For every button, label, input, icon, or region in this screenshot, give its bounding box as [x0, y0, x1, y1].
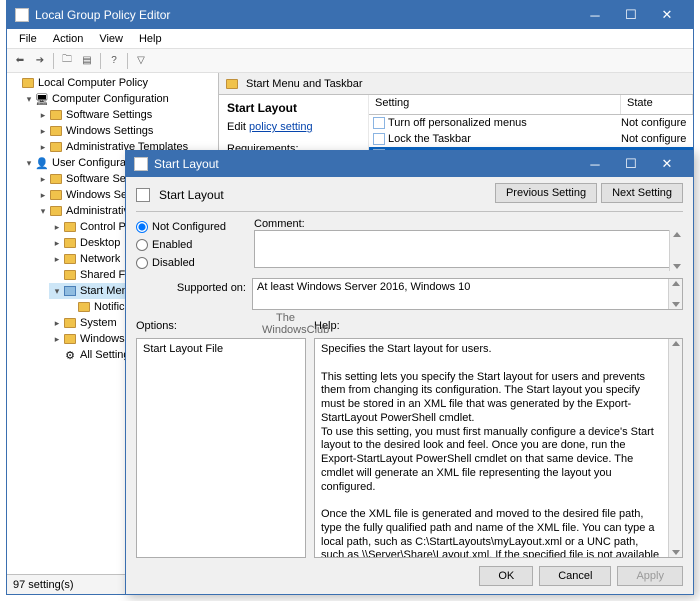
dialog-maximize-button[interactable]: ☐: [613, 154, 649, 174]
toolbar: ⬅ ➔ 🗀 ▤ ? ▽: [7, 49, 693, 73]
options-text: Start Layout File: [143, 343, 223, 355]
previous-setting-button[interactable]: Previous Setting: [495, 183, 597, 203]
maximize-button[interactable]: ☐: [613, 5, 649, 25]
dialog-title: Start Layout: [154, 157, 577, 171]
state-cell: Not configure: [621, 133, 693, 145]
dialog-close-button[interactable]: ✕: [649, 154, 685, 174]
scrollbar[interactable]: [669, 230, 683, 271]
dialog-titlebar: Start Layout ─ ☐ ✕: [126, 151, 693, 177]
scrollbar[interactable]: [668, 279, 682, 309]
tree-cc[interactable]: ▾🖥Computer Configuration: [21, 91, 218, 107]
help-text: Specifies the Start layout for users.Thi…: [321, 343, 659, 558]
dialog-heading: Start Layout: [159, 188, 224, 202]
menubar: File Action View Help: [7, 29, 693, 49]
menu-file[interactable]: File: [11, 31, 45, 47]
menu-view[interactable]: View: [91, 31, 131, 47]
app-icon: [15, 8, 29, 22]
toolbar-sep: [100, 53, 101, 69]
menu-help[interactable]: Help: [131, 31, 170, 47]
radio-not-configured[interactable]: Not Configured: [136, 218, 246, 236]
state-cell: Not configure: [621, 117, 693, 129]
titlebar: Local Group Policy Editor ─ ☐ ✕: [7, 1, 693, 29]
state-radios: Not Configured Enabled Disabled: [136, 218, 246, 272]
radio-disabled[interactable]: Disabled: [136, 254, 246, 272]
list-icon[interactable]: ▤: [78, 52, 96, 70]
col-setting[interactable]: Setting: [369, 95, 621, 114]
apply-button[interactable]: Apply: [617, 566, 683, 586]
next-setting-button[interactable]: Next Setting: [601, 183, 683, 203]
list-row[interactable]: Turn off personalized menusNot configure: [369, 115, 693, 131]
setting-icon: [136, 189, 150, 201]
menu-action[interactable]: Action: [45, 31, 92, 47]
setting-item-icon: [373, 117, 385, 129]
edit-policy-link[interactable]: policy setting: [249, 121, 313, 133]
window-title: Local Group Policy Editor: [35, 8, 577, 22]
cancel-button[interactable]: Cancel: [539, 566, 611, 586]
scrollbar[interactable]: [668, 339, 682, 557]
close-button[interactable]: ✕: [649, 5, 685, 25]
start-layout-dialog: Start Layout ─ ☐ ✕ Start Layout Previous…: [125, 150, 694, 595]
setting-cell: Lock the Taskbar: [369, 133, 621, 145]
tree-item[interactable]: ▸Windows Settings: [35, 123, 218, 139]
separator: [136, 211, 683, 212]
path-bar: Start Menu and Taskbar: [219, 73, 693, 95]
status-text: 97 setting(s): [13, 579, 74, 591]
ok-button[interactable]: OK: [479, 566, 533, 586]
tree-item[interactable]: ▸Software Settings: [35, 107, 218, 123]
options-box: Start Layout File: [136, 338, 306, 558]
supported-label: Supported on:: [136, 278, 246, 294]
help-box[interactable]: Specifies the Start layout for users.Thi…: [314, 338, 683, 558]
folder-icon[interactable]: 🗀: [58, 52, 76, 70]
radio-enabled[interactable]: Enabled: [136, 236, 246, 254]
toolbar-sep: [127, 53, 128, 69]
toolbar-sep: [53, 53, 54, 69]
setting-item-icon: [373, 133, 385, 145]
list-row[interactable]: Lock the TaskbarNot configure: [369, 131, 693, 147]
folder-icon: [225, 78, 239, 90]
options-label: Options:: [136, 320, 306, 332]
col-state[interactable]: State: [621, 95, 693, 114]
back-icon[interactable]: ⬅: [11, 52, 29, 70]
help-icon[interactable]: ?: [105, 52, 123, 70]
forward-icon[interactable]: ➔: [31, 52, 49, 70]
dialog-icon: [134, 157, 148, 171]
help-label: Help:: [314, 320, 683, 332]
comment-label: Comment:: [254, 218, 683, 230]
comment-field[interactable]: [254, 230, 683, 268]
minimize-button[interactable]: ─: [577, 5, 613, 25]
tree-root[interactable]: Local Computer Policy: [7, 75, 218, 91]
supported-field: At least Windows Server 2016, Windows 10: [252, 278, 683, 310]
path-text: Start Menu and Taskbar: [246, 78, 363, 90]
setting-heading: Start Layout: [227, 101, 360, 115]
setting-cell: Turn off personalized menus: [369, 117, 621, 129]
edit-link-row: Edit policy setting: [227, 121, 360, 133]
list-header: Setting State: [369, 95, 693, 115]
filter-icon[interactable]: ▽: [132, 52, 150, 70]
dialog-minimize-button[interactable]: ─: [577, 154, 613, 174]
